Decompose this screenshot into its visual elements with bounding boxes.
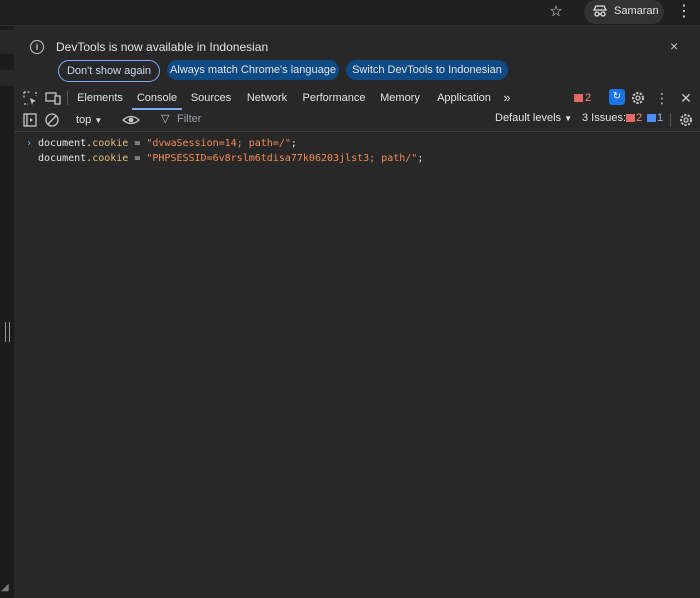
inspect-element-icon[interactable] bbox=[22, 90, 38, 106]
info-icon: i bbox=[30, 40, 44, 54]
chevron-right-icon: › bbox=[26, 138, 33, 149]
profile-button[interactable]: Samaran bbox=[584, 0, 664, 24]
message-icon bbox=[647, 114, 656, 123]
close-icon[interactable]: × bbox=[670, 38, 678, 54]
close-icon[interactable]: ✕ bbox=[678, 90, 694, 106]
tab-elements[interactable]: Elements bbox=[76, 86, 124, 110]
chevron-down-icon: ▼ bbox=[564, 114, 573, 123]
context-value: top bbox=[76, 114, 92, 126]
switch-language-button[interactable]: Switch DevTools to Indonesian bbox=[346, 60, 508, 80]
browser-toolbar: ☆ Samaran ⋮ bbox=[0, 0, 700, 26]
tab-application[interactable]: Application bbox=[433, 86, 495, 110]
resize-corner-icon[interactable]: ◢ bbox=[1, 582, 9, 593]
error-icon bbox=[574, 94, 583, 103]
resize-handle[interactable] bbox=[5, 322, 10, 342]
tab-network[interactable]: Network bbox=[243, 86, 291, 110]
filter-icon: ▽ bbox=[161, 113, 170, 125]
issues-error-value: 2 bbox=[636, 112, 643, 124]
error-count-badge[interactable]: 2 bbox=[574, 90, 591, 106]
issues-label[interactable]: 3 Issues: bbox=[582, 112, 626, 124]
tab-sources[interactable]: Sources bbox=[190, 86, 232, 110]
tab-memory[interactable]: Memory bbox=[377, 86, 423, 110]
notification-message: DevTools is now available in Indonesian bbox=[56, 40, 269, 54]
issues-info-value: 1 bbox=[657, 112, 664, 124]
star-icon[interactable]: ☆ bbox=[546, 2, 566, 22]
page-left-strip: ◢ bbox=[0, 0, 14, 598]
devtools-panel: i DevTools is now available in Indonesia… bbox=[14, 26, 700, 598]
error-count: 2 bbox=[585, 92, 592, 104]
divider bbox=[670, 113, 671, 127]
more-vert-icon[interactable]: ⋮ bbox=[654, 90, 670, 106]
always-match-language-button[interactable]: Always match Chrome's language bbox=[167, 60, 339, 80]
devtools-tab-bar: Elements Console Sources Network Perform… bbox=[14, 86, 700, 111]
profile-name: Samaran bbox=[614, 5, 659, 17]
filter-placeholder: Filter bbox=[177, 113, 202, 125]
tab-performance[interactable]: Performance bbox=[301, 86, 367, 110]
log-levels-dropdown[interactable]: Default levels ▼ bbox=[495, 112, 572, 124]
context-select[interactable]: top ▼ bbox=[76, 111, 102, 129]
filter-input[interactable]: ▽ Filter bbox=[157, 111, 488, 129]
tab-console[interactable]: Console bbox=[132, 86, 182, 110]
console-output[interactable]: › document.cookie = "dvwaSession=14; pat… bbox=[14, 132, 700, 598]
gear-icon[interactable] bbox=[630, 90, 646, 106]
issues-info-count[interactable]: 1 bbox=[647, 112, 663, 124]
device-toolbar-icon[interactable] bbox=[45, 90, 61, 106]
console-toolbar: top ▼ ▽ Filter Default levels ▼ 3 Issues… bbox=[14, 110, 700, 132]
language-notification: i DevTools is now available in Indonesia… bbox=[14, 26, 700, 86]
issues-update-icon[interactable]: ↻ bbox=[609, 89, 625, 105]
page-strip-block bbox=[0, 30, 14, 54]
console-line: document.cookie = "dvwaSession=14; path=… bbox=[38, 138, 297, 149]
page-strip-block bbox=[0, 70, 14, 86]
gear-icon[interactable] bbox=[678, 112, 694, 128]
more-tabs-icon[interactable]: » bbox=[499, 86, 515, 110]
error-icon bbox=[626, 114, 635, 123]
chevron-down-icon: ▼ bbox=[94, 116, 103, 125]
issues-error-count[interactable]: 2 bbox=[626, 112, 642, 124]
eye-icon[interactable] bbox=[122, 112, 140, 128]
sidebar-toggle-icon[interactable] bbox=[22, 112, 38, 128]
more-vert-icon[interactable]: ⋮ bbox=[676, 2, 692, 22]
divider bbox=[67, 91, 68, 105]
dont-show-again-button[interactable]: Don't show again bbox=[58, 60, 160, 82]
console-line: document.cookie = "PHPSESSID=6v8rslm6tdi… bbox=[38, 153, 424, 164]
incognito-icon bbox=[592, 5, 608, 17]
clear-console-icon[interactable] bbox=[44, 112, 60, 128]
levels-value: Default levels bbox=[495, 112, 562, 124]
